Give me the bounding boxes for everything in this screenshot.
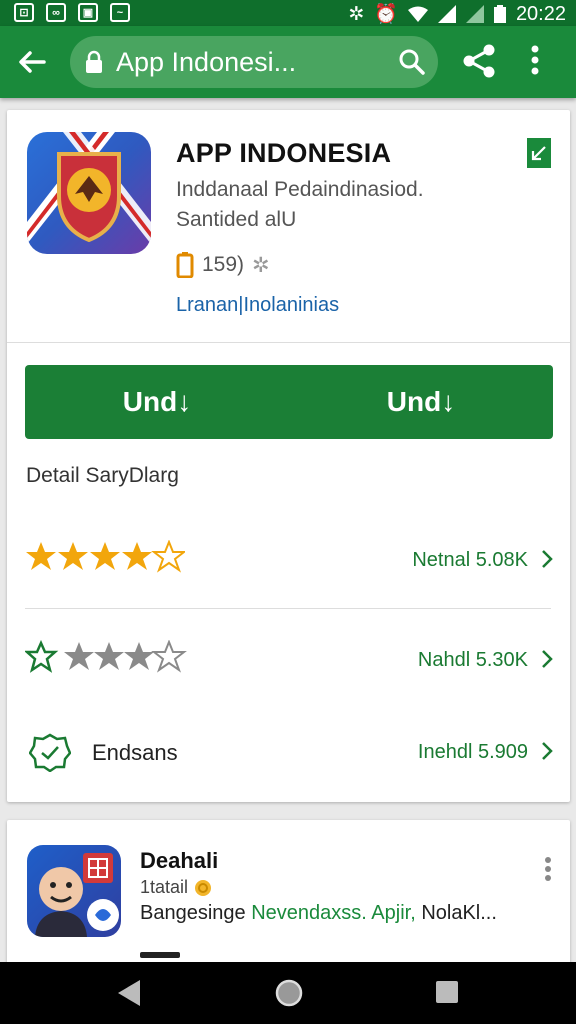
- install-button-right[interactable]: Und↓: [289, 365, 553, 439]
- desc-prefix: Bangesinge: [140, 902, 246, 924]
- more-vert-icon: [531, 45, 539, 75]
- search-query: App Indonesi...: [116, 47, 297, 77]
- related-app-icon: [27, 845, 121, 937]
- share-button[interactable]: [460, 42, 498, 85]
- status-bar: ⊡ ∞ ▣ ~ ✲ ⏰ 20:22: [0, 0, 576, 26]
- details-section-title: Detail SaryDlarg: [26, 464, 179, 487]
- rating-row[interactable]: Netnal 5.08K: [7, 530, 570, 590]
- search-bar[interactable]: App Indonesi...: [70, 36, 438, 88]
- app-detail-card: APP INDONESIA Inddanaal Pedaindinasiod. …: [7, 110, 570, 802]
- gallery-icon: ⊡: [14, 3, 34, 22]
- photo-icon: ▣: [78, 3, 98, 22]
- star-rating: [25, 540, 185, 574]
- clock: 20:22: [515, 2, 566, 25]
- star-rating: [25, 640, 195, 674]
- app-icon: [27, 132, 151, 254]
- open-external-icon: [531, 146, 546, 161]
- coin-icon: [195, 879, 212, 896]
- chat-icon: ~: [110, 3, 130, 22]
- signal-icon: [465, 5, 484, 23]
- app-developer[interactable]: Inddanaal Pedaindinasiod.: [176, 178, 424, 202]
- related-app-subtitle: 1tatail: [140, 877, 189, 897]
- more-vert-icon: [545, 857, 551, 881]
- content-rating-icon: [176, 252, 194, 278]
- system-nav-bar: [0, 962, 576, 1024]
- desc-highlight: Nevendaxss. Apjir,: [251, 902, 416, 924]
- rating-row[interactable]: Endsans Inehdl 5.909: [7, 722, 570, 782]
- related-app-card[interactable]: Deahali 1tatail Bangesinge Nevendaxss. A…: [7, 820, 570, 980]
- chevron-right-icon: [542, 650, 553, 668]
- alarm-icon: ⏰: [374, 4, 398, 25]
- back-button[interactable]: [14, 44, 50, 80]
- app-rating-row: 159) ✲: [176, 252, 270, 278]
- share-icon: [463, 44, 495, 78]
- row-label: Endsans: [92, 740, 178, 765]
- app-title: APP INDONESIA: [176, 138, 392, 168]
- more-options-button[interactable]: [530, 44, 540, 81]
- app-link[interactable]: Lranan|Inolaninias: [176, 294, 339, 317]
- nav-recents-icon[interactable]: [434, 978, 460, 1008]
- row-value: Netnal 5.08K: [412, 549, 528, 571]
- rating-count: 159): [202, 253, 245, 276]
- desc-suffix: NolaKl...: [421, 902, 497, 924]
- bug-icon: ✲: [348, 3, 365, 25]
- divider: [25, 608, 551, 609]
- toolbar: App Indonesi...: [0, 26, 576, 98]
- install-button-left[interactable]: Und↓: [25, 365, 289, 439]
- voicemail-icon: ∞: [46, 3, 66, 22]
- nav-home-icon[interactable]: [274, 978, 304, 1008]
- truncated-text-fragment: [140, 952, 180, 958]
- row-value: Nahdl 5.30K: [417, 649, 528, 671]
- badge-icon: [29, 733, 71, 772]
- action-bar: Und↓ Und↓: [25, 365, 553, 439]
- related-more-button[interactable]: [544, 856, 552, 887]
- chevron-right-icon: [542, 550, 553, 568]
- related-app-title: Deahali: [140, 848, 219, 873]
- signal-icon: [437, 5, 456, 23]
- search-icon[interactable]: [398, 48, 426, 76]
- open-external-button[interactable]: [527, 138, 551, 168]
- row-value: Inehdl 5.909: [417, 741, 528, 763]
- lock-icon: [86, 50, 102, 73]
- wifi-icon: [407, 6, 428, 22]
- related-app-subtitle-row: 1tatail: [140, 877, 212, 898]
- rating-row[interactable]: Nahdl 5.30K: [7, 630, 570, 690]
- battery-icon: [493, 5, 506, 23]
- nav-back-icon[interactable]: [116, 978, 142, 1008]
- sparkle-icon: ✲: [252, 253, 270, 277]
- arrow-left-icon: [19, 51, 46, 73]
- app-category: Santided alU: [176, 208, 297, 231]
- divider: [7, 342, 570, 343]
- chevron-right-icon: [542, 742, 553, 760]
- related-app-description: Bangesinge Nevendaxss. Apjir, NolaKl...: [140, 902, 497, 925]
